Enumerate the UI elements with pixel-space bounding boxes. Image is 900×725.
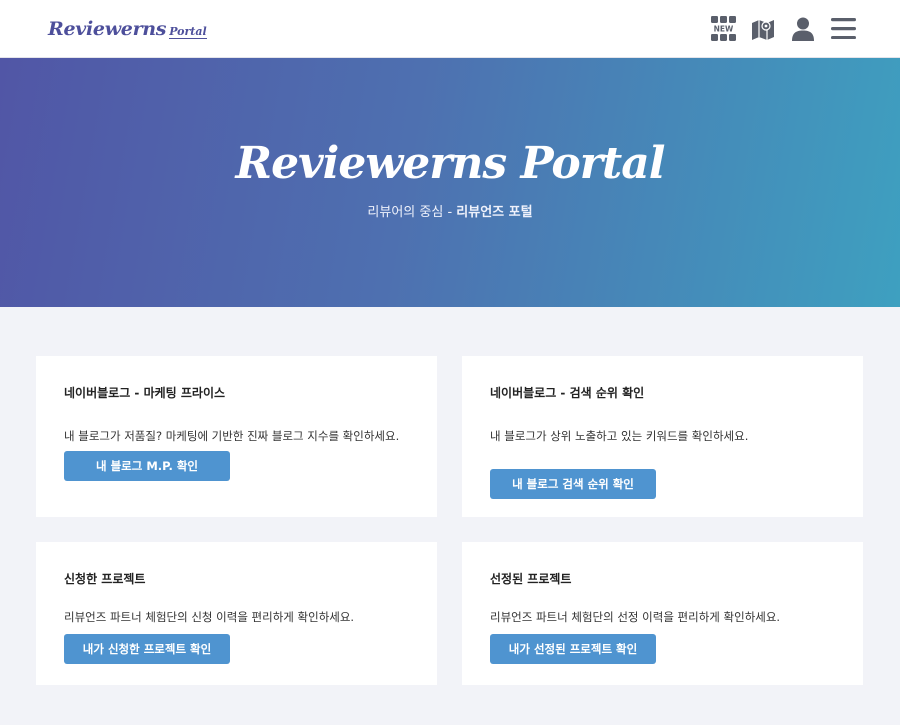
nav-icons: NEW (710, 16, 856, 42)
check-mp-button[interactable]: 내 블로그 M.P. 확인 (64, 451, 230, 481)
card-title: 선정된 프로젝트 (490, 572, 572, 586)
hero-subtitle-prefix: 리뷰어의 중심 - (367, 204, 457, 220)
card-title: 네이버블로그 - 검색 순위 확인 (490, 386, 645, 400)
check-applied-projects-button[interactable]: 내가 신청한 프로젝트 확인 (64, 634, 230, 664)
top-header: Reviewerns Portal NEW (0, 0, 900, 58)
card-grid: 네이버블로그 - 마케팅 프라이스 내 블로그가 저품질? 마케팅에 기반한 진… (0, 307, 900, 685)
card-search-rank: 네이버블로그 - 검색 순위 확인 내 블로그가 상위 노출하고 있는 키워드를… (462, 356, 863, 517)
hero-subtitle: 리뷰어의 중심 - 리뷰언즈 포털 (367, 201, 532, 220)
new-grid-icon[interactable]: NEW (710, 16, 736, 42)
card-title: 네이버블로그 - 마케팅 프라이스 (64, 386, 226, 400)
logo-sub-text: Portal (169, 24, 207, 39)
card-description: 리뷰언즈 파트너 체험단의 선정 이력을 편리하게 확인하세요. (490, 610, 781, 624)
card-marketing-price: 네이버블로그 - 마케팅 프라이스 내 블로그가 저품질? 마케팅에 기반한 진… (36, 356, 437, 517)
card-description: 리뷰언즈 파트너 체험단의 신청 이력을 편리하게 확인하세요. (64, 610, 355, 624)
card-description: 내 블로그가 저품질? 마케팅에 기반한 진짜 블로그 지수를 확인하세요. (64, 429, 400, 443)
user-icon[interactable] (790, 16, 816, 42)
hero-title: Reviewerns Portal (235, 137, 666, 189)
card-selected-projects: 선정된 프로젝트 리뷰언즈 파트너 체험단의 선정 이력을 편리하게 확인하세요… (462, 542, 863, 685)
map-icon[interactable] (750, 16, 776, 42)
card-applied-projects: 신청한 프로젝트 리뷰언즈 파트너 체험단의 신청 이력을 편리하게 확인하세요… (36, 542, 437, 685)
check-search-rank-button[interactable]: 내 블로그 검색 순위 확인 (490, 469, 656, 499)
card-title: 신청한 프로젝트 (64, 572, 146, 586)
menu-icon[interactable] (830, 16, 856, 42)
hero-banner: Reviewerns Portal 리뷰어의 중심 - 리뷰언즈 포털 (0, 58, 900, 307)
card-description: 내 블로그가 상위 노출하고 있는 키워드를 확인하세요. (490, 429, 749, 443)
hero-subtitle-bold: 리뷰언즈 포털 (456, 204, 533, 220)
new-badge-text: NEW (713, 25, 733, 34)
logo-main-text: Reviewerns (48, 17, 167, 40)
check-selected-projects-button[interactable]: 내가 선정된 프로젝트 확인 (490, 634, 656, 664)
site-logo[interactable]: Reviewerns Portal (48, 18, 207, 40)
